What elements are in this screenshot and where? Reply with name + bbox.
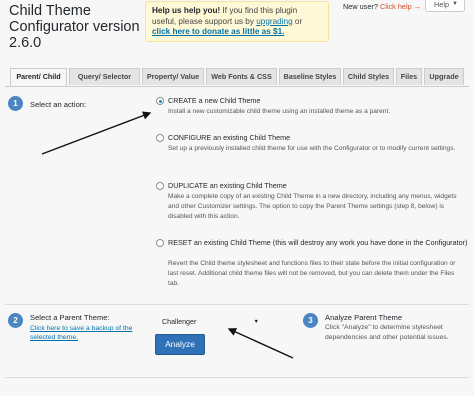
arrow-to-create	[41, 111, 152, 155]
annotation-arrows	[41, 111, 294, 359]
arrow-to-theme-select	[227, 328, 294, 359]
